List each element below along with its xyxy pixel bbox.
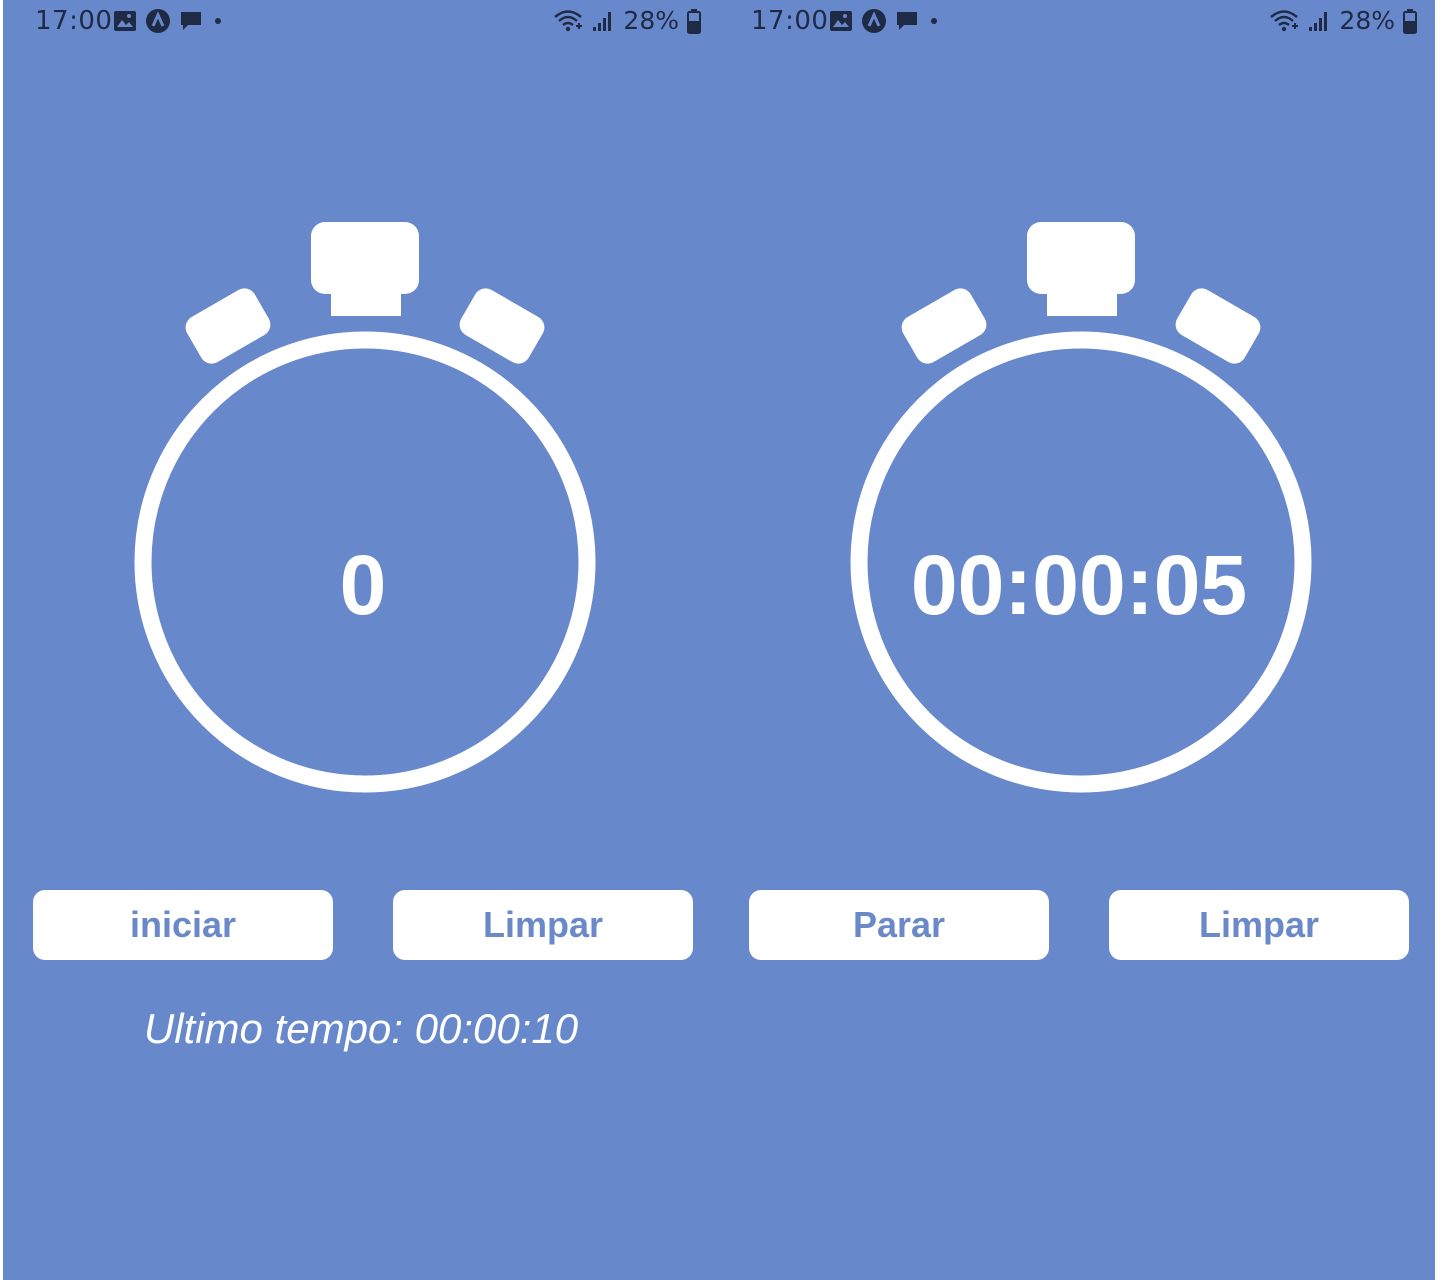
stopwatch: 00:00:05 (839, 210, 1319, 810)
message-icon (897, 12, 917, 30)
app-icon (146, 9, 170, 33)
start-button[interactable]: iniciar (33, 890, 333, 960)
wifi-icon (554, 9, 583, 31)
clear-button[interactable]: Limpar (393, 890, 693, 960)
stop-button[interactable]: Parar (749, 890, 1049, 960)
status-notification-icons (829, 8, 941, 34)
timer-display: 00:00:05 (910, 538, 1248, 632)
battery-icon (1403, 8, 1417, 34)
stopwatch-icon (850, 222, 1312, 793)
stopwatch-screen-running: 17:00 28% 00:00:05 Parar Limpar (719, 0, 1435, 1280)
battery-percent: 28% (623, 6, 679, 35)
timer-display: 0 (339, 538, 387, 632)
status-system-icons: 28% (553, 6, 701, 35)
status-time: 17:00 (35, 6, 113, 36)
status-bar: 17:00 28% (719, 0, 1435, 44)
image-icon (114, 11, 136, 31)
image-icon (830, 11, 852, 31)
status-time: 17:00 (751, 6, 829, 36)
stopwatch-screen-idle: 17:00 28% 0 iniciar Limpar Ultimo tempo:… (3, 0, 719, 1280)
wifi-icon (1270, 9, 1299, 31)
signal-icon (593, 11, 612, 31)
stopwatch: 0 (123, 210, 603, 810)
dot-icon (215, 18, 221, 24)
last-time-label: Ultimo tempo: 00:00:10 (143, 1005, 579, 1052)
dot-icon (931, 18, 937, 24)
battery-icon (687, 8, 701, 34)
message-icon (181, 12, 201, 30)
battery-percent: 28% (1339, 6, 1395, 35)
clear-button[interactable]: Limpar (1109, 890, 1409, 960)
status-notification-icons (113, 8, 225, 34)
stopwatch-icon (134, 222, 596, 793)
signal-icon (1309, 11, 1328, 31)
status-bar: 17:00 28% (3, 0, 719, 44)
app-icon (862, 9, 886, 33)
app-stage: 17:00 28% 0 iniciar Limpar Ultimo tempo:… (0, 0, 1440, 1280)
status-system-icons: 28% (1269, 6, 1417, 35)
